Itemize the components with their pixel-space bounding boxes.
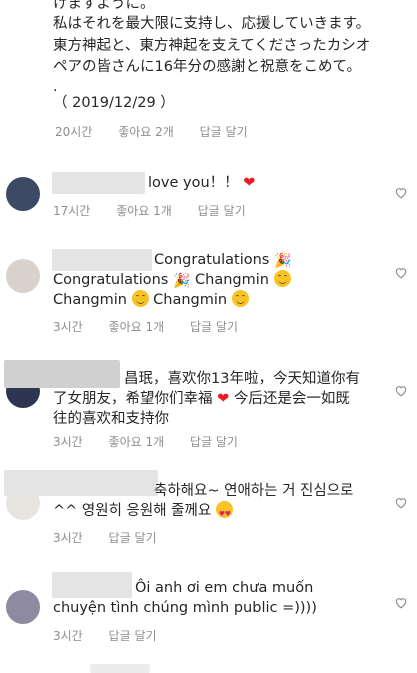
comment-text: Ôi anh ơi em chưa muốn [135, 580, 314, 596]
reply-link[interactable]: 답글 달기 [200, 125, 248, 139]
comment-text: ^^ 영원히 응원해 줄께요 [53, 501, 233, 524]
comment-time: 3시간 [53, 320, 83, 334]
comment-text-line: Changmin [53, 292, 127, 308]
username-redacted[interactable] [4, 470, 158, 496]
heart-outline-icon[interactable] [394, 496, 408, 509]
username-redacted[interactable] [52, 249, 152, 271]
reply-link[interactable]: 답글 달기 [198, 204, 246, 218]
comment-text-line: Congratulations [154, 252, 270, 268]
likes-count-link[interactable]: 좋아요 1개 [109, 320, 165, 334]
comment-meta: 3시간 답글 달기 [53, 529, 179, 546]
heart-outline-icon[interactable] [394, 186, 408, 199]
reply-link[interactable]: 답글 달기 [190, 435, 238, 449]
caption-line: 私はそれを最大限に支持し、応援していきます。 [53, 16, 371, 32]
caption-line: けますように。 [53, 0, 155, 12]
heart-outline-icon[interactable] [394, 384, 408, 397]
comment-meta: 3시간 좋아요 1개 답글 달기 [53, 318, 260, 335]
comment-text-line: Changmin [153, 292, 228, 308]
comment-text-line: Changmin [195, 272, 269, 288]
caption-date: （ 2019/12/29 ） [53, 95, 175, 111]
comment-text: Congratulations 🎉 Changmin [53, 270, 291, 291]
comment-text-line: 今后还是会一如既 [233, 391, 350, 407]
comment-meta: 20시간 좋아요 2개 답글 달기 [55, 123, 270, 140]
comment-meta: 17시간 좋아요 1개 답글 달기 [53, 202, 268, 219]
username-redacted[interactable] [4, 360, 120, 388]
heart-outline-icon[interactable] [394, 266, 408, 279]
likes-count-link[interactable]: 좋아요 1개 [109, 435, 165, 449]
caption-line: 東方神起と、東方神起を支えてくださったカシオ [53, 38, 371, 54]
smiling-face-emoji [273, 270, 291, 287]
comment-meta: 3시간 답글 달기 [53, 627, 179, 644]
comment-text: 往的喜欢和支持你 [53, 411, 169, 427]
heart-outline-icon[interactable] [394, 596, 408, 609]
smiling-face-emoji [231, 290, 249, 307]
reply-link[interactable]: 답글 달기 [109, 629, 157, 643]
comment-time: 20시간 [55, 125, 93, 139]
reply-link[interactable]: 답글 달기 [190, 320, 238, 334]
username-redacted [90, 664, 150, 673]
party-popper-emoji: 🎉 [172, 273, 191, 289]
likes-count-link[interactable]: 좋아요 1개 [116, 204, 172, 218]
avatar[interactable] [6, 177, 40, 211]
heart-eyes-emoji [215, 501, 233, 524]
comment-text-body: love you！！ [148, 175, 239, 191]
comment-text: love you！！ ❤ [148, 173, 255, 193]
avatar[interactable] [6, 590, 40, 624]
comment-text: Changmin Changmin [53, 290, 249, 310]
reply-link[interactable]: 답글 달기 [109, 531, 157, 545]
smiling-face-emoji [131, 290, 149, 307]
party-popper-emoji: 🎉 [273, 253, 292, 269]
comment-time: 17시간 [53, 204, 91, 218]
caption-line: ペアの皆さんに16年分の感謝と祝意をこめて。 [53, 59, 362, 75]
comment-text-line: 了女朋友，希望你们幸福 [53, 391, 213, 407]
red-heart-emoji: ❤ [243, 175, 256, 191]
avatar[interactable] [6, 259, 40, 293]
comment-text: Congratulations 🎉 [154, 250, 291, 271]
comment-text: 축하해요~ 연애하는 거 진심으로 [154, 483, 354, 499]
comment-time: 3시간 [53, 531, 83, 545]
username-redacted[interactable] [52, 572, 132, 598]
comment-time: 3시간 [53, 629, 83, 643]
red-heart-emoji: ❤ [217, 391, 230, 407]
comment-text-line: ^^ 영원히 응원해 줄께요 [53, 503, 212, 519]
username-redacted[interactable] [52, 172, 145, 194]
comment-text-line: Congratulations [53, 272, 169, 288]
likes-count-link[interactable]: 좋아요 2개 [118, 125, 174, 139]
comment-time: 3시간 [53, 435, 83, 449]
comment-text: 昌珉，喜欢你13年啦，今天知道你有 [124, 371, 360, 387]
comment-text: chuyện tình chúng mình public =)))) [53, 600, 317, 616]
comment-meta: 3시간 좋아요 1개 답글 달기 [53, 433, 260, 450]
comment-text: 了女朋友，希望你们幸福 ❤ 今后还是会一如既 [53, 389, 350, 409]
